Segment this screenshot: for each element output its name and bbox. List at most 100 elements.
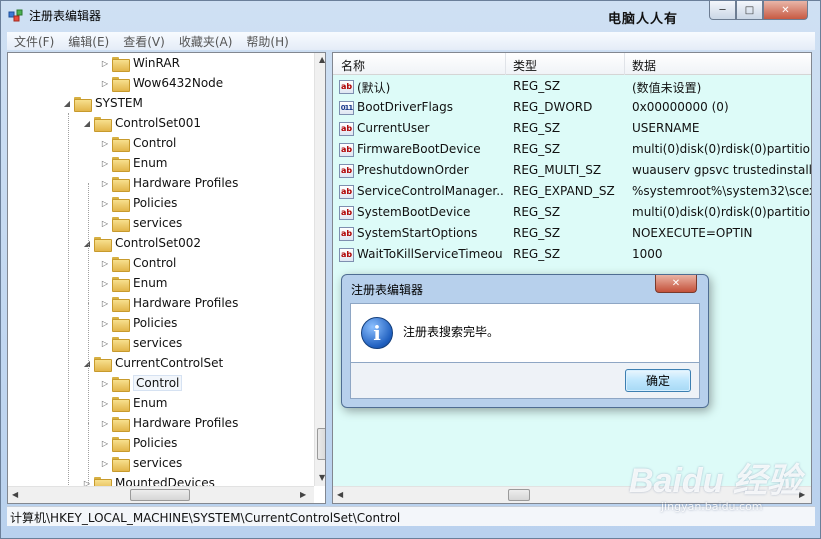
value-type: REG_EXPAND_SZ: [513, 184, 615, 198]
expanded-arrow-icon[interactable]: ◢: [60, 99, 74, 108]
minimize-button[interactable]: ─: [709, 1, 736, 20]
value-data: multi(0)disk(0)rdisk(0)partition: [632, 142, 812, 156]
tree-horizontal-scrollbar[interactable]: ◀ ▶: [8, 486, 314, 503]
menu-favorites[interactable]: 收藏夹(A): [172, 33, 240, 50]
tree-item[interactable]: ▷ Enum: [98, 273, 167, 293]
folder-icon: [112, 296, 130, 312]
folder-icon: [112, 456, 130, 472]
tree-item[interactable]: ◢ ControlSet001: [80, 113, 201, 133]
folder-icon: [112, 196, 130, 212]
menu-edit[interactable]: 编辑(E): [61, 33, 116, 50]
value-row[interactable]: ab WaitToKillServiceTimeout REG_SZ 1000: [333, 245, 811, 266]
column-name[interactable]: 名称: [341, 57, 365, 74]
value-row[interactable]: ab CurrentUser REG_SZ USERNAME: [333, 119, 811, 140]
collapsed-arrow-icon[interactable]: ▷: [98, 379, 112, 388]
folder-icon: [112, 316, 130, 332]
tree-item[interactable]: ▷ Hardware Profiles: [98, 173, 238, 193]
menu-help[interactable]: 帮助(H): [239, 33, 295, 50]
tree-scroll-thumb[interactable]: [317, 428, 325, 460]
tree-item[interactable]: ◢ SYSTEM: [60, 93, 143, 113]
key-path: 计算机\HKEY_LOCAL_MACHINE\SYSTEM\CurrentCon…: [10, 511, 401, 525]
search-complete-dialog: 注册表编辑器 ✕ i 注册表搜索完毕。 确定: [341, 274, 709, 408]
expanded-arrow-icon[interactable]: ◢: [80, 239, 94, 248]
registry-tree-pane[interactable]: ▷ WinRAR ▷ Wow6432Node ◢ SYSTEM ◢ ControlSet001…: [7, 52, 326, 504]
column-type[interactable]: 类型: [513, 57, 537, 74]
collapsed-arrow-icon[interactable]: ▷: [98, 179, 112, 188]
scroll-up-icon[interactable]: ▲: [319, 55, 325, 64]
tree-item[interactable]: ▷ Control: [98, 253, 176, 273]
collapsed-arrow-icon[interactable]: ▷: [98, 199, 112, 208]
title-bar[interactable]: 注册表编辑器 电脑人人有 ─ □ ✕: [1, 1, 820, 31]
tree-hscroll-thumb[interactable]: [130, 489, 190, 501]
string-value-icon: ab: [339, 122, 354, 136]
scroll-down-icon[interactable]: ▼: [319, 473, 325, 482]
regedit-app-icon: [8, 9, 23, 22]
menu-file[interactable]: 文件(F): [7, 33, 61, 50]
collapsed-arrow-icon[interactable]: ▷: [98, 339, 112, 348]
column-divider[interactable]: [505, 53, 506, 75]
tree-item-label: Hardware Profiles: [133, 416, 239, 430]
value-data: (数值未设置): [632, 81, 702, 95]
tree-item[interactable]: ▷ Policies: [98, 193, 177, 213]
tree-vertical-scrollbar[interactable]: ▲ ▼: [314, 53, 325, 486]
collapsed-arrow-icon[interactable]: ▷: [98, 259, 112, 268]
tree-item[interactable]: ◢ ControlSet002: [80, 233, 201, 253]
tree-item[interactable]: ▷ WinRAR: [98, 53, 180, 73]
collapsed-arrow-icon[interactable]: ▷: [98, 59, 112, 68]
tree-item[interactable]: ▷ Hardware Profiles: [98, 293, 238, 313]
tree-item[interactable]: ▷ Control: [98, 133, 176, 153]
value-data: USERNAME: [632, 121, 700, 135]
collapsed-arrow-icon[interactable]: ▷: [98, 299, 112, 308]
folder-icon: [94, 116, 112, 132]
tree-connector-line: [68, 113, 69, 503]
tree-item[interactable]: ◢ CurrentControlSet: [80, 353, 223, 373]
list-hscroll-thumb[interactable]: [508, 489, 530, 501]
collapsed-arrow-icon[interactable]: ▷: [98, 399, 112, 408]
value-type: REG_SZ: [513, 247, 561, 261]
collapsed-arrow-icon[interactable]: ▷: [98, 79, 112, 88]
close-button[interactable]: ✕: [763, 1, 808, 20]
collapsed-arrow-icon[interactable]: ▷: [98, 139, 112, 148]
collapsed-arrow-icon[interactable]: ▷: [98, 219, 112, 228]
tree-item[interactable]: ▷ services: [98, 213, 182, 233]
value-row[interactable]: ab ServiceControlManager... REG_EXPAND_SZ%…: [333, 182, 811, 203]
value-row[interactable]: 011 BootDriverFlags REG_DWORD 0x00000000 (0…: [333, 98, 811, 119]
menu-view[interactable]: 查看(V): [116, 33, 172, 50]
string-value-icon: ab: [339, 80, 354, 94]
column-divider[interactable]: [624, 53, 625, 75]
value-row[interactable]: ab (默认) REG_SZ (数值未设置): [333, 77, 811, 98]
tree-item[interactable]: ▷ Enum: [98, 153, 167, 173]
ok-button[interactable]: 确定: [625, 369, 691, 392]
tree-item[interactable]: ▷ Wow6432Node: [98, 73, 223, 93]
value-row[interactable]: ab SystemStartOptions REG_SZ NOEXECUTE=OPT…: [333, 224, 811, 245]
tree-item[interactable]: ▷ Enum: [98, 393, 167, 413]
tree-item[interactable]: ▷ services: [98, 333, 182, 353]
tree-item-label: services: [133, 336, 183, 350]
maximize-button[interactable]: □: [736, 1, 763, 20]
value-row[interactable]: ab FirmwareBootDevice REG_SZ multi(0)disk(0…: [333, 140, 812, 161]
collapsed-arrow-icon[interactable]: ▷: [98, 419, 112, 428]
dialog-close-button[interactable]: ✕: [655, 275, 697, 293]
value-row[interactable]: ab PreshutdownOrder REG_MULTI_SZ wuauserv g…: [333, 161, 811, 182]
collapsed-arrow-icon[interactable]: ▷: [98, 159, 112, 168]
scroll-right-icon[interactable]: ▶: [300, 490, 306, 499]
collapsed-arrow-icon[interactable]: ▷: [98, 439, 112, 448]
collapsed-arrow-icon[interactable]: ▷: [98, 279, 112, 288]
value-type: REG_SZ: [513, 205, 561, 219]
tree-item[interactable]: ▷ services: [98, 453, 182, 473]
scroll-left-icon[interactable]: ◀: [12, 490, 18, 499]
tree-item[interactable]: ▷ Policies: [98, 313, 177, 333]
folder-icon: [112, 76, 130, 92]
expanded-arrow-icon[interactable]: ◢: [80, 359, 94, 368]
expanded-arrow-icon[interactable]: ◢: [80, 119, 94, 128]
scroll-left-icon[interactable]: ◀: [337, 490, 343, 499]
collapsed-arrow-icon[interactable]: ▷: [98, 459, 112, 468]
tree-item[interactable]: ▷ Hardware Profiles: [98, 413, 238, 433]
tree-item[interactable]: ▷ Control: [98, 373, 183, 393]
column-data[interactable]: 数据: [632, 57, 656, 74]
tree-item[interactable]: ▷ Policies: [98, 433, 177, 453]
value-row[interactable]: ab SystemBootDevice REG_SZ multi(0)disk(0)r…: [333, 203, 811, 224]
collapsed-arrow-icon[interactable]: ▷: [98, 319, 112, 328]
tree-item-label: Enum: [133, 396, 168, 410]
tree-item-label: Wow6432Node: [133, 76, 224, 90]
